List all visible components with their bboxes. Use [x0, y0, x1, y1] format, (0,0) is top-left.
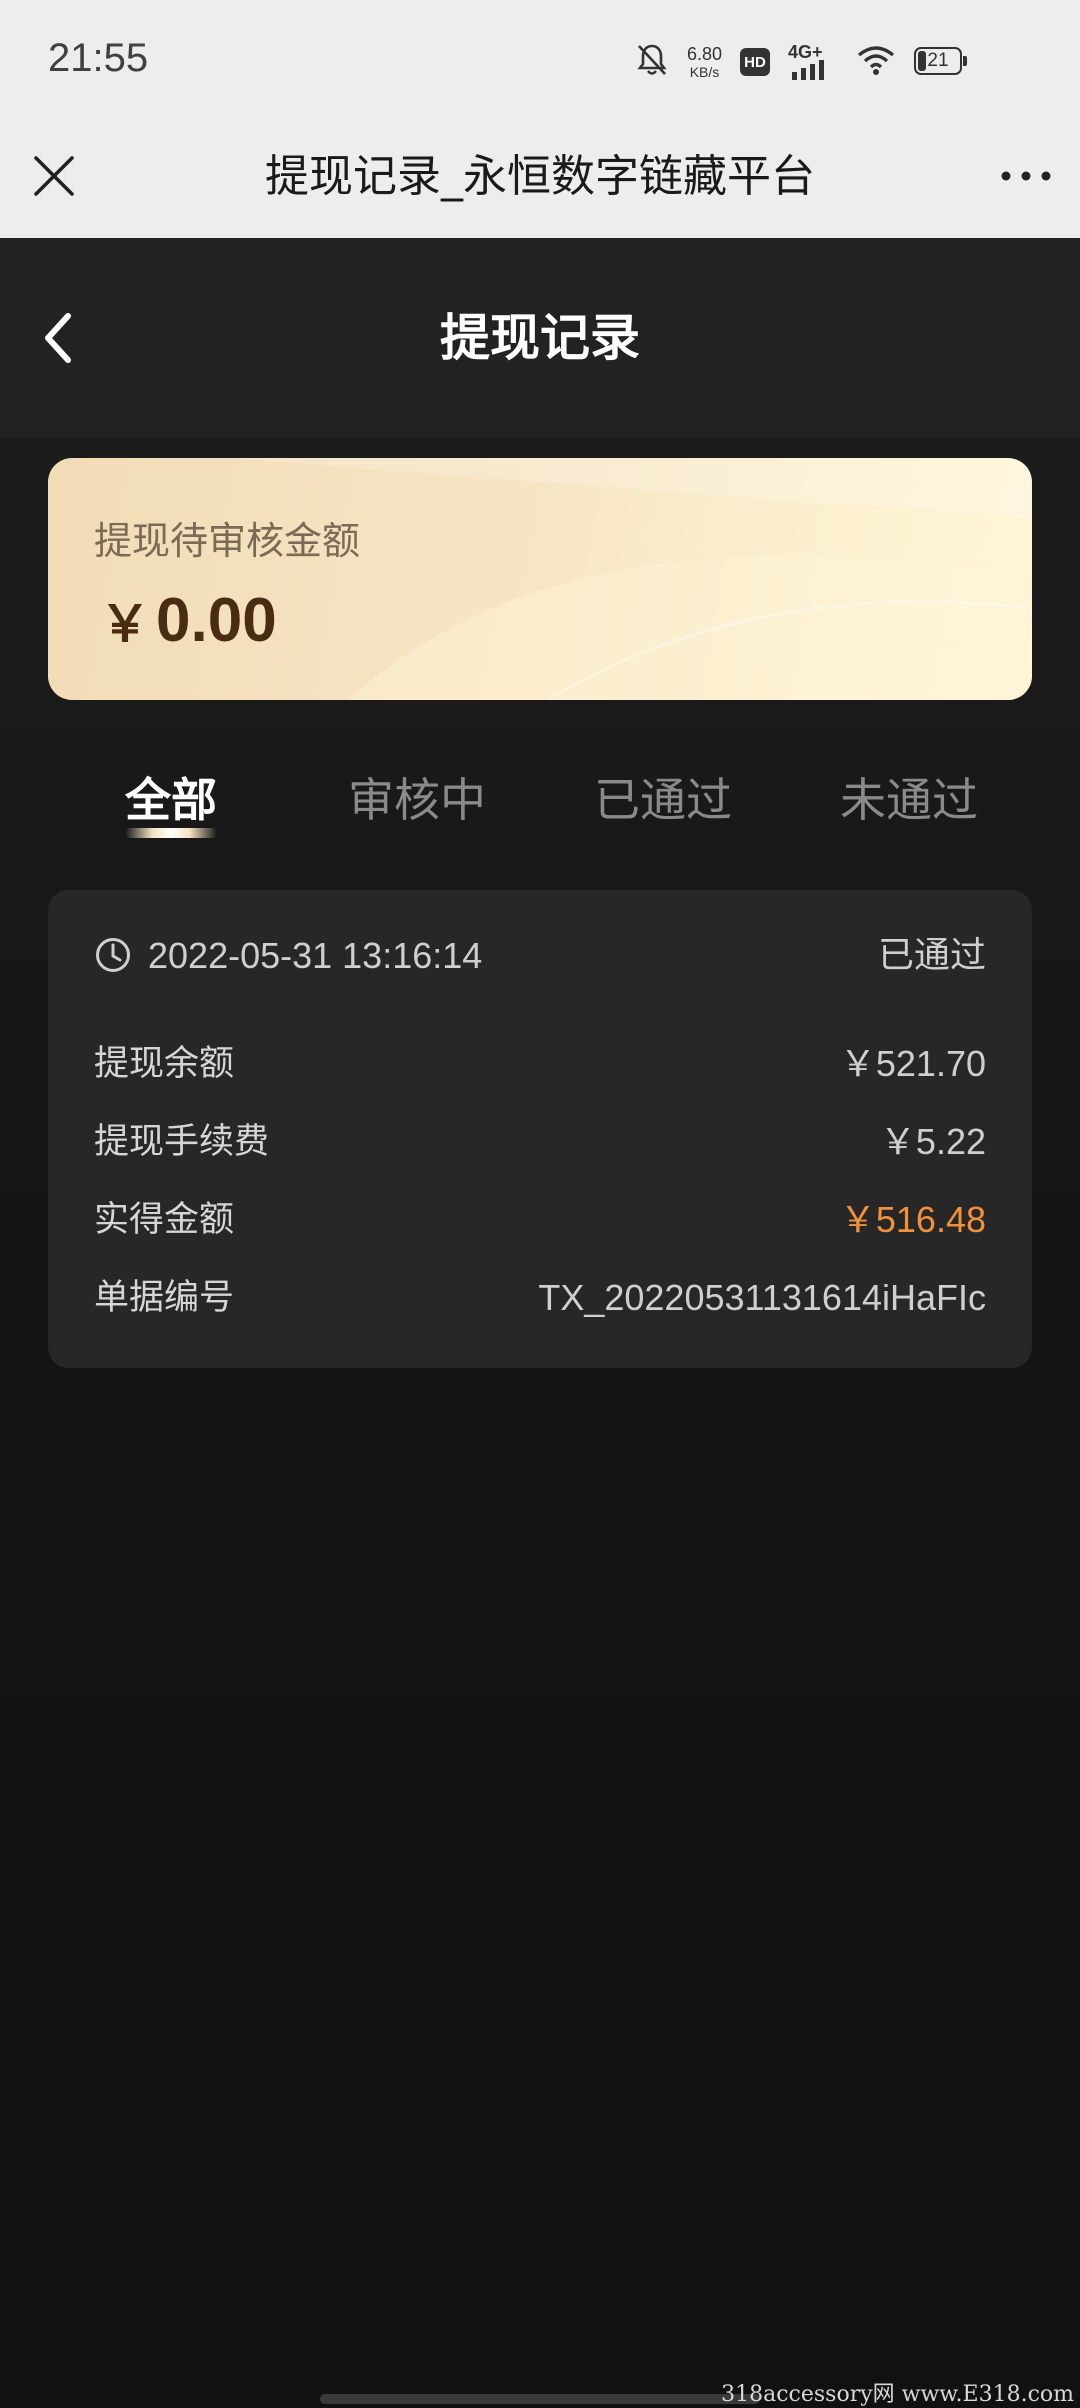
record-row-value: TX_20220531131614iHaFIc [538, 1277, 986, 1318]
record-row-net-amount: 实得金额 ￥516.48 [94, 1192, 986, 1248]
record-header: 2022-05-31 13:16:14 已通过 [94, 930, 986, 982]
network-speed-unit: KB/s [689, 64, 720, 80]
record-status: 已通过 [877, 935, 986, 976]
hd-icon: HD [740, 48, 770, 76]
card-wave-decoration [228, 458, 1032, 700]
record-row-label: 实得金额 [94, 1200, 235, 1240]
wifi-icon [856, 43, 896, 81]
home-indicator[interactable] [320, 2394, 760, 2404]
close-icon [34, 156, 74, 196]
close-button[interactable] [24, 146, 84, 206]
status-bar: 21:55 6.80 KB/s HD 4G+ 21 [0, 0, 1080, 120]
record-row-value-accent: ￥516.48 [839, 1199, 986, 1240]
record-row-label: 单据编号 [94, 1278, 235, 1318]
record-row-value: ￥521.70 [839, 1043, 986, 1084]
network-speed: 6.80 KB/s [687, 45, 722, 79]
browser-title-bar: 提现记录_永恒数字链藏平台 [0, 120, 1080, 238]
record-time: 2022-05-31 13:16:14 [148, 935, 483, 976]
pending-currency-symbol: ￥ [100, 596, 150, 652]
pending-amount-label: 提现待审核金额 [94, 519, 361, 563]
more-options-button[interactable] [996, 146, 1056, 206]
status-tabs: 全部 审核中 已通过 未通过 [48, 760, 1032, 850]
watermark: 318accessory网 www.E318.com [721, 2382, 1074, 2407]
page-background [0, 438, 1080, 2408]
record-row-fee: 提现手续费 ￥5.22 [94, 1114, 986, 1170]
tab-approved[interactable]: 已通过 [540, 760, 786, 840]
record-row-value: ￥5.22 [879, 1121, 986, 1162]
page-header: 提现记录 [0, 238, 1080, 438]
page-title: 提现记录 [440, 309, 640, 367]
battery-level: 21 [927, 50, 949, 71]
record-row-order-number: 单据编号 TX_20220531131614iHaFIc [94, 1270, 986, 1326]
active-tab-indicator [125, 828, 217, 838]
battery-icon: 21 [914, 47, 970, 77]
pending-amount-card: 提现待审核金额 ￥0.00 [48, 458, 1032, 700]
record-row-withdraw-balance: 提现余额 ￥521.70 [94, 1036, 986, 1092]
pending-amount-value: ￥0.00 [100, 584, 277, 656]
tab-under-review[interactable]: 审核中 [294, 760, 540, 840]
record-row-label: 提现手续费 [94, 1122, 270, 1162]
record-row-label: 提现余额 [94, 1044, 235, 1084]
network-speed-value: 6.80 [686, 44, 722, 64]
more-dots-icon [1001, 171, 1051, 181]
status-time: 21:55 [48, 36, 149, 80]
browser-page-title: 提现记录_永恒数字链藏平台 [265, 151, 815, 202]
cellular-signal-icon: 4G+ [788, 42, 838, 82]
status-icons: 6.80 KB/s HD 4G+ 21 [635, 38, 970, 86]
tab-rejected[interactable]: 未通过 [786, 760, 1032, 840]
clock-icon [96, 938, 130, 972]
withdrawal-record-card[interactable]: 2022-05-31 13:16:14 已通过 提现余额 ￥521.70 提现手… [48, 890, 1032, 1368]
pending-amount-number: 0.00 [156, 586, 277, 655]
mute-bell-icon [635, 42, 669, 82]
